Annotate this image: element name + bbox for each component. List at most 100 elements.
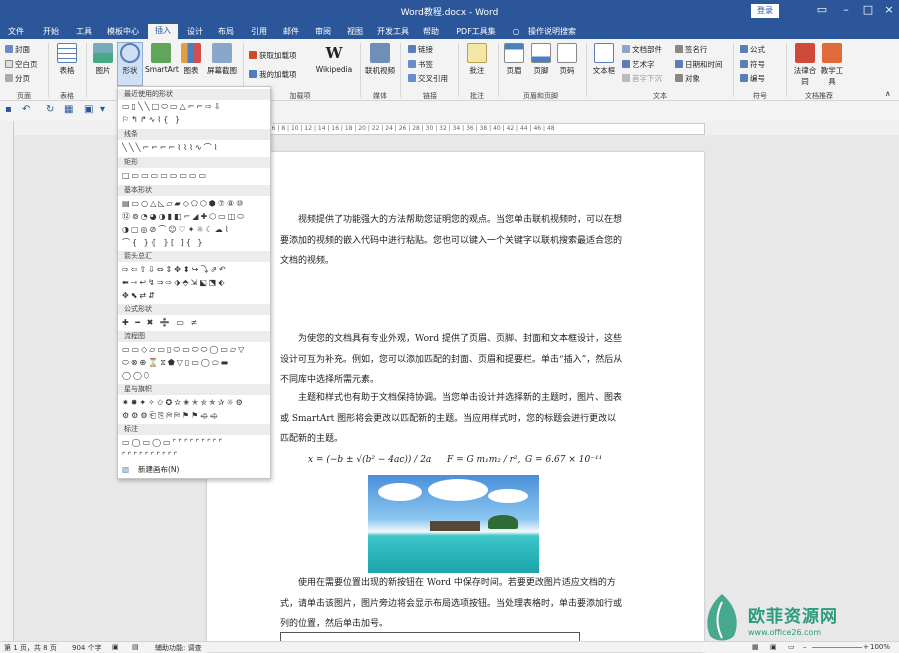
header-button[interactable]: 页眉 [503, 43, 525, 76]
page-break-icon [5, 74, 13, 82]
tab-pdf[interactable]: PDF工具集 [452, 25, 500, 39]
beach-photo[interactable] [368, 475, 539, 573]
ribbon-display-icon[interactable]: ▭ [812, 3, 832, 16]
paragraph-2[interactable]: 为使您的文档具有专业外观，Word 提供了页眉、页脚、封面和文本框设计，这些设计… [280, 329, 625, 391]
screenshot-icon [212, 43, 232, 63]
number-icon [740, 74, 748, 82]
edu-tools-button[interactable]: 教学工具 [820, 43, 844, 87]
footer-button[interactable]: 页脚 [530, 43, 552, 76]
shape-row[interactable]: ▭▭◇▱▭▯⬭▭⬭⬭◯▭▱▽ [122, 344, 270, 356]
shape-row[interactable]: ▤▭○△◺▱▰◇⬠⬡⬢⑦⑧⑩ [122, 198, 270, 210]
collapse-ribbon-icon[interactable]: ∧ [885, 89, 891, 98]
symbol-button[interactable]: 符号 [740, 59, 765, 70]
tab-view[interactable]: 视图 [344, 25, 366, 39]
tab-review[interactable]: 审阅 [312, 25, 334, 39]
tab-file[interactable]: 文件 [5, 25, 27, 39]
shape-row[interactable]: ◯◯⬯ [122, 370, 270, 382]
datetime-button[interactable]: 日期和时间 [675, 59, 723, 70]
group-label-links: 链接 [423, 92, 437, 100]
shape-row[interactable]: ⌒{ }⦃ ⦄[ ]{ } [122, 237, 270, 249]
tab-mailings[interactable]: 邮件 [280, 25, 302, 39]
get-addins-button[interactable]: 获取加载项 [249, 50, 297, 61]
shape-row[interactable]: ⚐↰↱∿⌇{ } [122, 114, 270, 126]
my-addins-button[interactable]: 我的加载项 [249, 69, 297, 80]
dropcap-button[interactable]: 首字下沉 [622, 73, 662, 84]
formula-gravity[interactable]: F = G m₁m₂ / r², [447, 455, 520, 465]
crossref-button[interactable]: 交叉引用 [408, 73, 448, 84]
law-contract-button[interactable]: 法律合同 [793, 43, 817, 87]
redo-icon[interactable]: ↻ [46, 104, 54, 115]
cover-page-button[interactable]: 封面 [5, 44, 30, 55]
smartart-button[interactable]: SmartArt [145, 43, 179, 74]
tab-templates[interactable]: 模板中心 [105, 25, 141, 39]
shape-row[interactable]: ⇨⇦⇧⇩⇔⇕✥⬍↪⤵⇗↶ [122, 264, 270, 276]
tab-insert[interactable]: 插入 [148, 24, 178, 39]
blank-page-button[interactable]: 空白页 [5, 59, 38, 70]
signature-button[interactable]: 签名行 [675, 44, 708, 55]
tab-home[interactable]: 开始 [38, 25, 64, 39]
shape-row[interactable]: ▭◯▭◯▭⌜⌜⌜⌜⌜⌜⌜⌜⌜ [122, 437, 270, 449]
tab-tools[interactable]: 工具 [73, 25, 95, 39]
object-button[interactable]: 对象 [675, 73, 700, 84]
section-basic-shapes: 基本形状 [118, 185, 270, 196]
restore-icon[interactable]: □ [858, 3, 878, 16]
wordart-button[interactable]: 艺术字 [622, 59, 655, 70]
horizontal-ruler: 8 | 6 | 4 | 2 | | 2 | 4 | 6 | 8 | 10 | 1… [205, 123, 705, 135]
shape-row[interactable]: ▭▯╲╲□⬭▭△⌐⌐⇨⇩ [122, 101, 270, 113]
shape-row[interactable]: ⬭⊗⊕⌛⧖⬟▽▯▭◯⬭▬ [122, 357, 270, 369]
bookmark-button[interactable]: 书签 [408, 59, 433, 70]
page-break-button[interactable]: 分页 [5, 73, 30, 84]
customize-icon[interactable]: ▾ [100, 104, 105, 115]
page-number-button[interactable]: 页码 [556, 43, 578, 76]
blank-page-icon [5, 60, 13, 68]
table-button[interactable]: 表格 [54, 43, 80, 76]
formula-constant[interactable]: G = 6.67 × 10⁻¹¹ [525, 455, 602, 465]
tab-layout[interactable]: 布局 [215, 25, 237, 39]
shape-row[interactable]: ✥⬉⇄⇵ [122, 290, 270, 302]
tab-design[interactable]: 设计 [184, 25, 206, 39]
formula-quadratic[interactable]: x = (−b ± √(b² − 4ac)) / 2a [308, 455, 431, 465]
textbox-button[interactable]: 文本框 [590, 43, 618, 76]
shape-row[interactable]: ◑▢◎⊘⌒☺♡✦☼☾☁⌇ [122, 224, 270, 236]
undo-icon[interactable]: ↶ [22, 104, 30, 115]
screenshot-button[interactable]: 屏幕截图 [205, 43, 239, 76]
online-video-button[interactable]: 联机视频 [364, 43, 396, 76]
number-button[interactable]: 编号 [740, 73, 765, 84]
new-canvas-item[interactable]: ▧ 新建画布(N) [118, 463, 270, 477]
preview-icon[interactable]: ▣ [84, 104, 93, 115]
shape-row[interactable]: ✚ ━ ✖ ➗ ▭ ≠ [122, 317, 270, 329]
login-button[interactable]: 登录 [751, 4, 779, 18]
shape-row[interactable]: ⚙⚙⚙⎗⎘⛿⛿⚑⚑⬲⬲ [122, 410, 270, 422]
shape-row[interactable]: ⬅⇾↩↯⇒⇨⬗⬘⇲⬕⬔⬖ [122, 277, 270, 289]
shape-row[interactable]: ⑫⊚◔◕◑▮◧⌐◢✚⬡▭◫⬭ [122, 211, 270, 223]
save-icon[interactable]: ▪ [5, 104, 12, 115]
tab-developer[interactable]: 开发工具 [375, 25, 411, 39]
paragraph-1[interactable]: 视频提供了功能强大的方法帮助您证明您的观点。当您单击联机视频时，可以在想要添加的… [280, 210, 625, 272]
paragraph-4[interactable]: 使用在需要位置出现的新按钮在 Word 中保存时间。若要更改图片适应文档的方式，… [280, 573, 625, 635]
section-block-arrows: 箭头总汇 [118, 251, 270, 262]
comment-button[interactable]: 批注 [466, 43, 488, 76]
proofing-icon[interactable]: ▣ [112, 643, 119, 651]
shape-row[interactable]: ╲╲╲⌐⌐⌐⌐⌇⌇⌇∿⌒⌇ [122, 142, 270, 154]
paragraph-3[interactable]: 主题和样式也有助于文档保持协调。当您单击设计并选择新的主题时，图片、图表或 Sm… [280, 388, 625, 450]
close-icon[interactable]: × [879, 3, 899, 16]
chart-button[interactable]: 图表 [180, 43, 202, 76]
addins-icon [249, 70, 257, 78]
quickparts-button[interactable]: 文档部件 [622, 44, 662, 55]
link-button[interactable]: 链接 [408, 44, 433, 55]
wikipedia-button[interactable]: W Wikipedia [313, 43, 355, 74]
layout-icon[interactable]: ▦ [64, 104, 73, 115]
shape-row[interactable]: ✷✸✦✧✩✪✫✬✭✮✯✰☼⚙ [122, 397, 270, 409]
tab-help[interactable]: 帮助 [420, 25, 442, 39]
shape-row[interactable]: □▭▭▭▭▭▭▭▭ [122, 170, 270, 182]
tab-references[interactable]: 引用 [248, 25, 270, 39]
shapes-button[interactable]: 形状 [117, 42, 143, 86]
equation-button[interactable]: 公式 [740, 44, 765, 55]
page-number-icon [557, 43, 577, 63]
group-label-addins: 加载项 [289, 92, 311, 100]
tell-me-search[interactable]: 操作说明搜索 [526, 25, 578, 39]
pictures-button[interactable]: 图片 [91, 43, 115, 76]
shape-row[interactable]: ⌜⌜⌜⌜⌜⌜⌜⌜⌜⌜ [122, 450, 270, 462]
minimize-icon[interactable]: – [836, 3, 856, 16]
macro-icon[interactable]: ▤ [132, 643, 139, 651]
